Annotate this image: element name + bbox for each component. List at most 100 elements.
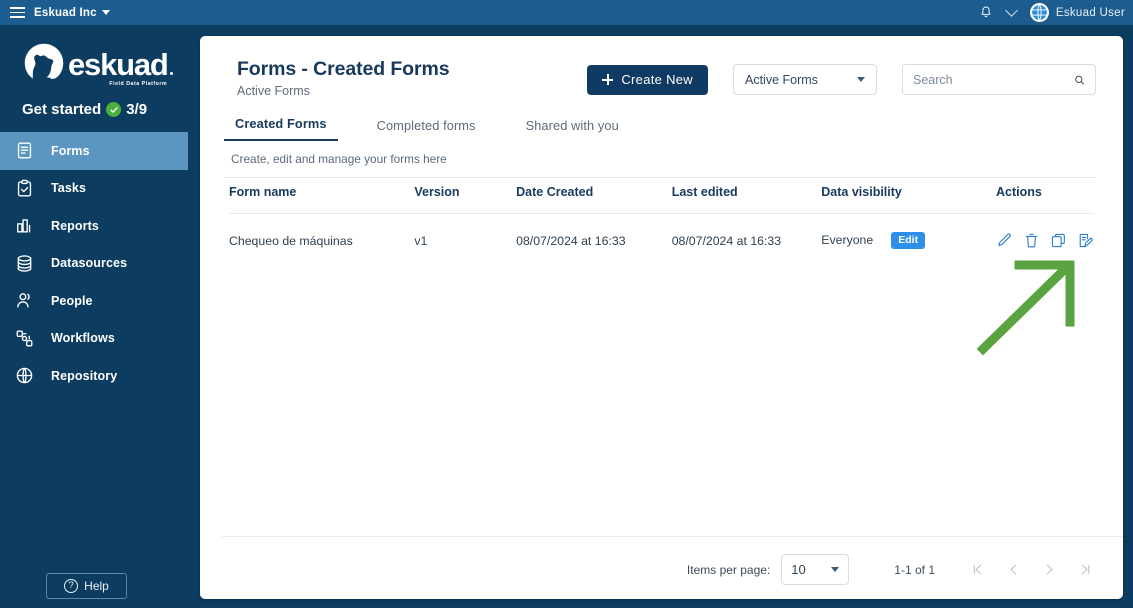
organization-selector[interactable]: Eskuad Inc xyxy=(34,7,110,19)
logo-tagline: Field Data Platform xyxy=(109,81,167,87)
account-chevron-down-icon[interactable] xyxy=(1005,4,1018,17)
page-title: Forms - Created Forms xyxy=(237,58,449,81)
bar-chart-icon xyxy=(14,215,35,236)
column-header-data-visibility: Data visibility xyxy=(821,185,996,214)
green-arrow-up-right-annotation xyxy=(975,253,1085,358)
create-new-label: Create New xyxy=(621,72,693,87)
page-subtitle: Active Forms xyxy=(237,84,449,98)
search-icon[interactable] xyxy=(1074,72,1085,88)
cell-version: v1 xyxy=(414,214,516,267)
sidebar-label: Workflows xyxy=(51,331,115,345)
create-new-button[interactable]: Create New xyxy=(587,65,708,95)
forms-table: Form name Version Date Created Last edit… xyxy=(229,185,1094,266)
sidebar-item-datasources[interactable]: Datasources xyxy=(0,245,188,283)
sidebar-label: People xyxy=(51,294,93,308)
previous-page-icon xyxy=(1007,563,1020,576)
sidebar-item-reports[interactable]: Reports xyxy=(0,207,188,245)
last-page-icon xyxy=(1079,563,1092,576)
column-header-version: Version xyxy=(414,185,516,214)
get-started-label: Get started xyxy=(22,101,101,118)
help-button[interactable]: ? Help xyxy=(46,573,127,599)
trash-delete-icon[interactable] xyxy=(1023,232,1040,249)
document-forms-icon xyxy=(14,140,35,161)
cell-form-name: Chequeo de máquinas xyxy=(229,214,414,267)
hamburger-menu-icon[interactable] xyxy=(0,0,34,25)
previous-page-button[interactable] xyxy=(995,555,1031,585)
avatar xyxy=(1030,3,1049,22)
tab-bar: Created Forms Completed forms Shared wit… xyxy=(224,116,1123,141)
search-input[interactable] xyxy=(913,73,1074,87)
application-window: Eskuad Inc Eskuad User xyxy=(0,0,1133,608)
tab-label: Completed forms xyxy=(377,118,476,133)
sidebar-label: Tasks xyxy=(51,181,86,195)
search-box[interactable] xyxy=(902,64,1096,95)
sidebar-item-workflows[interactable]: Workflows xyxy=(0,320,188,358)
pencil-edit-icon[interactable] xyxy=(996,232,1013,249)
help-label: Help xyxy=(84,579,109,593)
cell-date-created: 08/07/2024 at 16:33 xyxy=(516,214,672,267)
logo-wordmark: eskuad xyxy=(68,47,168,82)
notification-bell-icon[interactable] xyxy=(979,5,993,20)
form-edit-icon[interactable] xyxy=(1077,232,1094,249)
sidebar-label: Reports xyxy=(51,219,99,233)
brand-logo: eskuad Field Data Platform xyxy=(0,25,188,85)
question-circle-icon: ? xyxy=(64,579,78,593)
database-icon xyxy=(14,253,35,274)
table-row[interactable]: Chequeo de máquinas v1 08/07/2024 at 16:… xyxy=(229,214,1094,267)
main-content-card: Forms - Created Forms Active Forms Creat… xyxy=(200,36,1123,599)
forms-filter-value: Active Forms xyxy=(745,73,818,87)
tab-label: Created Forms xyxy=(235,116,327,131)
visibility-value: Everyone xyxy=(821,233,873,247)
organization-name: Eskuad Inc xyxy=(34,7,97,19)
tab-completed-forms[interactable]: Completed forms xyxy=(366,118,487,141)
items-per-page-label: Items per page: xyxy=(687,563,770,577)
tab-shared-with-you[interactable]: Shared with you xyxy=(515,118,630,141)
sidebar-label: Repository xyxy=(51,369,117,383)
top-bar-right: Eskuad User xyxy=(979,0,1133,25)
next-page-button[interactable] xyxy=(1031,555,1067,585)
tab-label: Shared with you xyxy=(526,118,619,133)
sidebar-item-forms[interactable]: Forms xyxy=(0,132,188,170)
first-page-icon xyxy=(971,563,984,576)
pagination: Items per page: 10 1-1 of 1 xyxy=(687,554,1103,585)
sidebar-item-people[interactable]: People xyxy=(0,282,188,320)
status-badge[interactable]: Edit xyxy=(891,232,925,249)
cell-actions xyxy=(996,214,1094,267)
sidebar: eskuad Field Data Platform Get started 3… xyxy=(0,25,188,608)
page-hint: Create, edit and manage your forms here xyxy=(231,152,1123,166)
column-header-last-edited: Last edited xyxy=(672,185,822,214)
column-header-form-name: Form name xyxy=(229,185,414,214)
globe-icon xyxy=(14,365,35,386)
chevron-down-icon xyxy=(831,567,839,572)
tab-divider xyxy=(224,177,1096,178)
last-page-button[interactable] xyxy=(1067,555,1103,585)
pagination-range: 1-1 of 1 xyxy=(894,563,935,577)
cell-data-visibility: Everyone Edit xyxy=(821,214,996,267)
user-account-menu[interactable]: Eskuad User xyxy=(1030,3,1125,22)
items-per-page-value: 10 xyxy=(791,562,805,577)
chevron-down-icon xyxy=(102,10,110,15)
eskuad-logo-icon xyxy=(22,41,66,85)
first-page-button[interactable] xyxy=(959,555,995,585)
sidebar-item-tasks[interactable]: Tasks xyxy=(0,170,188,208)
toolbar: Create New Active Forms xyxy=(587,64,1096,95)
sidebar-navigation: Forms Tasks xyxy=(0,132,188,395)
items-per-page-select[interactable]: 10 xyxy=(781,554,849,585)
next-page-icon xyxy=(1043,563,1056,576)
globe-avatar-icon xyxy=(1031,4,1048,21)
tab-created-forms[interactable]: Created Forms xyxy=(224,116,338,141)
chevron-down-icon xyxy=(857,77,865,82)
column-header-actions: Actions xyxy=(996,185,1094,214)
check-circle-icon xyxy=(106,102,121,117)
top-bar: Eskuad Inc Eskuad User xyxy=(0,0,1133,25)
plus-icon xyxy=(602,74,613,85)
get-started-progress[interactable]: Get started 3/9 xyxy=(22,101,188,118)
sidebar-label: Datasources xyxy=(51,256,127,270)
copy-duplicate-icon[interactable] xyxy=(1050,232,1067,249)
person-icon xyxy=(14,290,35,311)
pagination-divider xyxy=(222,536,1123,537)
sidebar-item-repository[interactable]: Repository xyxy=(0,357,188,395)
get-started-count: 3/9 xyxy=(126,101,147,118)
column-header-date-created: Date Created xyxy=(516,185,672,214)
forms-filter-select[interactable]: Active Forms xyxy=(733,64,877,95)
